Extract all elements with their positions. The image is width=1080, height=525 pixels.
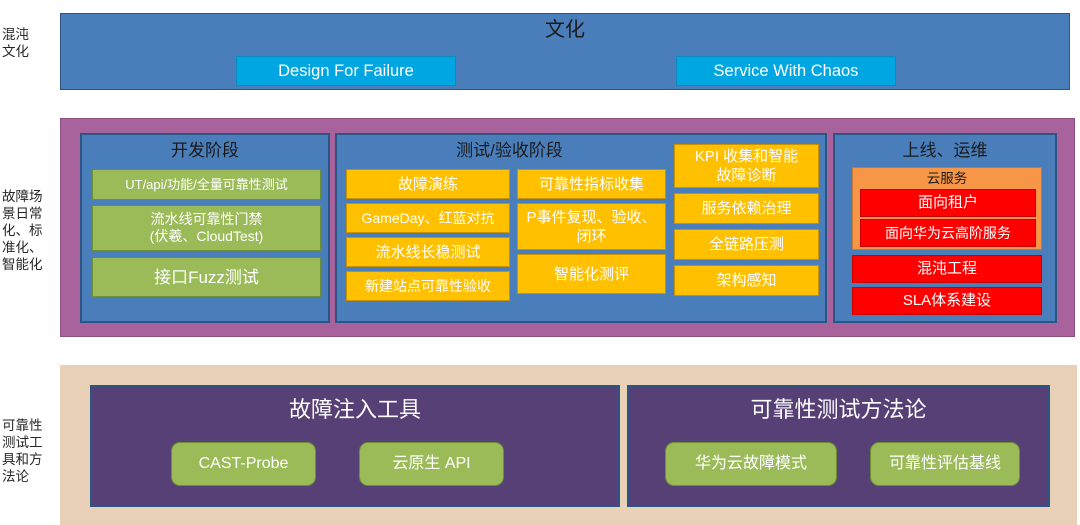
row-label-culture: 混沌 文化	[2, 27, 29, 59]
test-col3-item-2[interactable]: 全链路压测	[674, 229, 819, 260]
dev-stage-title: 开发阶段	[171, 141, 239, 160]
test-col3-item-0[interactable]: KPI 收集和智能 故障诊断	[674, 144, 819, 188]
test-col2-item-2[interactable]: 智能化测评	[517, 254, 666, 294]
test-col1-item-3[interactable]: 新建站点可靠性验收	[346, 271, 510, 301]
fault-scenario-band: 开发阶段 UT/api/功能/全量可靠性测试 流水线可靠性门禁 (伏羲、Clou…	[60, 118, 1075, 337]
cloud-service-item-0[interactable]: 面向租户	[860, 189, 1036, 217]
test-col1-item-0[interactable]: 故障演练	[346, 169, 510, 199]
fault-injection-panel: 故障注入工具 CAST-Probe 云原生 API	[90, 385, 620, 507]
methodology-panel: 可靠性测试方法论 华为云故障模式 可靠性评估基线	[627, 385, 1050, 507]
methodology-item-0[interactable]: 华为云故障模式	[665, 442, 837, 486]
ops-stage-box: 上线、运维 云服务 面向租户 面向华为云高阶服务 混沌工程 SLA体系建设	[833, 133, 1057, 323]
cloud-service-box: 云服务 面向租户 面向华为云高阶服务	[852, 167, 1042, 250]
test-col2-item-0[interactable]: 可靠性指标收集	[517, 169, 666, 199]
test-col3-item-3[interactable]: 架构感知	[674, 265, 819, 296]
row-label-fault-scenario: 故障场 景日常 化、标 准化、 智能化	[2, 189, 43, 272]
chip-design-for-failure[interactable]: Design For Failure	[236, 56, 456, 86]
dev-item-1[interactable]: 流水线可靠性门禁 (伏羲、CloudTest)	[92, 205, 321, 251]
test-col1-item-1[interactable]: GameDay、红蓝对抗	[346, 203, 510, 233]
cloud-service-item-1[interactable]: 面向华为云高阶服务	[860, 219, 1036, 247]
chip-service-with-chaos[interactable]: Service With Chaos	[676, 56, 896, 86]
ops-item-1[interactable]: SLA体系建设	[852, 287, 1042, 315]
ops-stage-title: 上线、运维	[902, 141, 988, 160]
row-label-tools: 可靠性 测试工 具和方 法论	[2, 418, 43, 484]
test-col3-item-1[interactable]: 服务依赖治理	[674, 193, 819, 224]
culture-title: 文化	[545, 19, 585, 41]
fault-injection-title: 故障注入工具	[288, 397, 421, 422]
tools-band: 故障注入工具 CAST-Probe 云原生 API 可靠性测试方法论 华为云故障…	[60, 365, 1077, 525]
fault-injection-item-0[interactable]: CAST-Probe	[171, 442, 316, 486]
test-stage-title: 测试/验收阶段	[456, 141, 563, 160]
test-col1-item-2[interactable]: 流水线长稳测试	[346, 237, 510, 267]
dev-stage-box: 开发阶段 UT/api/功能/全量可靠性测试 流水线可靠性门禁 (伏羲、Clou…	[80, 133, 330, 323]
culture-band: 文化 Design For Failure Service With Chaos	[60, 13, 1070, 90]
dev-item-2[interactable]: 接口Fuzz测试	[92, 257, 321, 297]
dev-item-0[interactable]: UT/api/功能/全量可靠性测试	[92, 169, 321, 200]
methodology-item-1[interactable]: 可靠性评估基线	[870, 442, 1020, 486]
methodology-title: 可靠性测试方法论	[750, 397, 927, 422]
fault-injection-item-1[interactable]: 云原生 API	[359, 442, 504, 486]
ops-item-0[interactable]: 混沌工程	[852, 255, 1042, 283]
test-col2-item-1[interactable]: P事件复现、验收、 闭环	[517, 203, 666, 250]
cloud-service-title: 云服务	[926, 171, 968, 186]
test-stage-box: 测试/验收阶段 故障演练 GameDay、红蓝对抗 流水线长稳测试 新建站点可靠…	[335, 133, 827, 323]
